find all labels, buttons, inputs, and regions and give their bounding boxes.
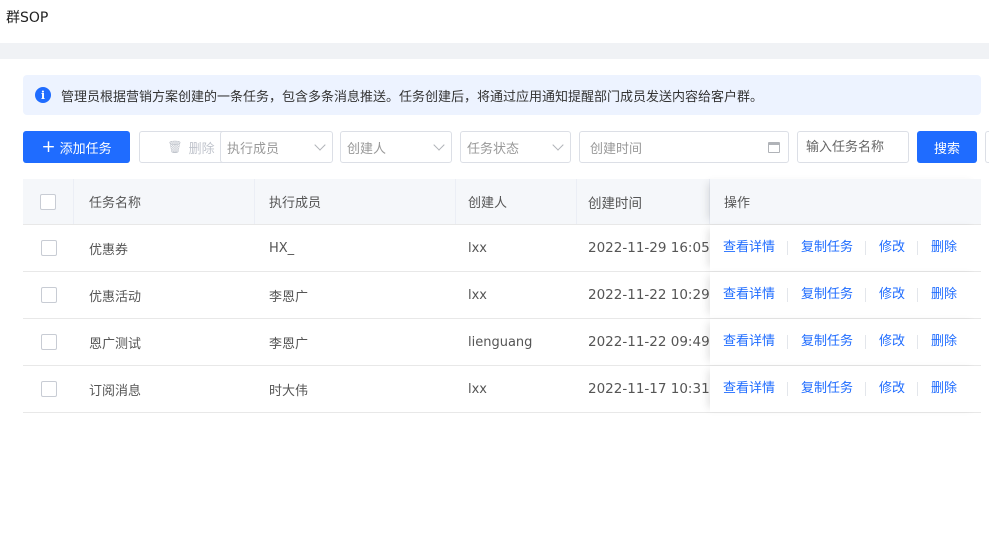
row-checkbox-cell [23, 272, 74, 318]
cell-member: HX_ [269, 240, 295, 256]
section-divider [0, 43, 989, 59]
delete-label: 删除 [188, 141, 215, 157]
copy-task-link[interactable]: 复制任务 [788, 288, 867, 302]
add-task-button[interactable]: + 添加任务 [23, 131, 130, 163]
trash-icon: 🗑 [167, 140, 183, 154]
cell-member: 李恩广 [269, 336, 309, 352]
cell-creator: lienguang [468, 334, 533, 350]
edit-link[interactable]: 修改 [866, 382, 919, 396]
table-row: 优惠券 HX_ lxx 2022-11-29 16:05 查看详情 复制任务 修… [23, 225, 981, 272]
cell-create-time: 2022-11-17 10:31 [588, 381, 710, 397]
create-time-picker[interactable]: 创建时间 [579, 131, 789, 163]
edit-link[interactable]: 修改 [866, 241, 919, 255]
chevron-down-icon [552, 139, 564, 151]
view-details-link[interactable]: 查看详情 [710, 382, 789, 396]
task-name-input[interactable] [797, 131, 909, 163]
view-details-link[interactable]: 查看详情 [710, 335, 789, 349]
table-row: 订阅消息 时大伟 lxx 2022-11-17 10:31 查看详情 复制任务 … [23, 366, 981, 413]
creator-select[interactable]: 创建人 [340, 131, 452, 163]
status-select[interactable]: 任务状态 [460, 131, 571, 163]
header-operations: 操作 [710, 179, 981, 224]
info-icon: i [35, 87, 51, 103]
cell-operations: 查看详情 复制任务 修改 删除 [710, 225, 981, 271]
table-row: 优惠活动 李恩广 lxx 2022-11-22 10:29 查看详情 复制任务 … [23, 272, 981, 319]
row-checkbox[interactable] [40, 381, 57, 397]
cell-task-name: 优惠券 [89, 242, 129, 258]
cell-member: 时大伟 [269, 383, 309, 399]
table-row: 恩广测试 李恩广 lienguang 2022-11-22 09:49 查看详情… [23, 319, 981, 366]
create-time-placeholder: 创建时间 [590, 141, 643, 157]
task-table: 任务名称 执行成员 创建人 创建时间 操作 优惠券 HX_ lxx 2022-1… [23, 179, 981, 413]
row-checkbox[interactable] [40, 334, 57, 350]
cell-task-name: 优惠活动 [89, 289, 142, 305]
chevron-down-icon [314, 139, 326, 151]
edit-link[interactable]: 修改 [866, 335, 919, 349]
table-header: 任务名称 执行成员 创建人 创建时间 操作 [23, 179, 981, 225]
cell-operations: 查看详情 复制任务 修改 删除 [710, 272, 981, 318]
header-task-name: 任务名称 [74, 179, 255, 224]
row-checkbox-cell [23, 319, 74, 365]
cell-task-name: 订阅消息 [89, 383, 142, 399]
search-button[interactable]: 搜索 [917, 131, 977, 163]
delete-link[interactable]: 删除 [918, 382, 969, 396]
view-details-link[interactable]: 查看详情 [710, 241, 789, 255]
cell-create-time: 2022-11-29 16:05 [588, 240, 710, 256]
member-select[interactable]: 执行成员 [220, 131, 333, 163]
cell-operations: 查看详情 复制任务 修改 删除 [710, 319, 981, 365]
row-checkbox[interactable] [40, 240, 57, 256]
header-create-time: 创建时间 [577, 179, 710, 224]
copy-task-link[interactable]: 复制任务 [788, 241, 867, 255]
header-member: 执行成员 [255, 179, 456, 224]
row-checkbox-cell [23, 225, 74, 271]
reset-button[interactable] [985, 131, 989, 163]
select-all-checkbox[interactable] [40, 193, 56, 210]
add-task-label: 添加任务 [59, 141, 112, 157]
cell-creator: lxx [468, 381, 487, 397]
notice-text: 管理员根据营销方案创建的一条任务，包含多条消息推送。任务创建后，将通过应用通知提… [61, 89, 764, 105]
info-notice: i 管理员根据营销方案创建的一条任务，包含多条消息推送。任务创建后，将通过应用通… [23, 75, 981, 115]
delete-link[interactable]: 删除 [918, 335, 969, 349]
cell-create-time: 2022-11-22 09:49 [588, 334, 710, 350]
row-checkbox-cell [23, 366, 74, 412]
chevron-down-icon [433, 139, 445, 151]
edit-link[interactable]: 修改 [866, 288, 919, 302]
row-checkbox[interactable] [40, 287, 57, 303]
copy-task-link[interactable]: 复制任务 [788, 382, 867, 396]
creator-select-placeholder: 创建人 [347, 141, 387, 157]
header-checkbox-cell [23, 179, 74, 224]
member-select-placeholder: 执行成员 [227, 141, 280, 157]
cell-create-time: 2022-11-22 10:29 [588, 287, 710, 303]
delete-link[interactable]: 删除 [918, 241, 969, 255]
plus-icon: + [41, 136, 56, 157]
cell-creator: lxx [468, 287, 487, 303]
page-title: 群SOP [6, 10, 49, 26]
copy-task-link[interactable]: 复制任务 [788, 335, 867, 349]
cell-task-name: 恩广测试 [89, 336, 142, 352]
cell-operations: 查看详情 复制任务 修改 删除 [710, 366, 981, 412]
toolbar: + 添加任务 🗑 删除 执行成员 创建人 任务状态 创建时间 搜索 [23, 131, 989, 163]
header-creator: 创建人 [456, 179, 577, 224]
delete-link[interactable]: 删除 [918, 288, 969, 302]
view-details-link[interactable]: 查看详情 [710, 288, 789, 302]
calendar-icon [768, 141, 780, 153]
cell-member: 李恩广 [269, 289, 309, 305]
status-select-placeholder: 任务状态 [467, 141, 520, 157]
cell-creator: lxx [468, 240, 487, 256]
